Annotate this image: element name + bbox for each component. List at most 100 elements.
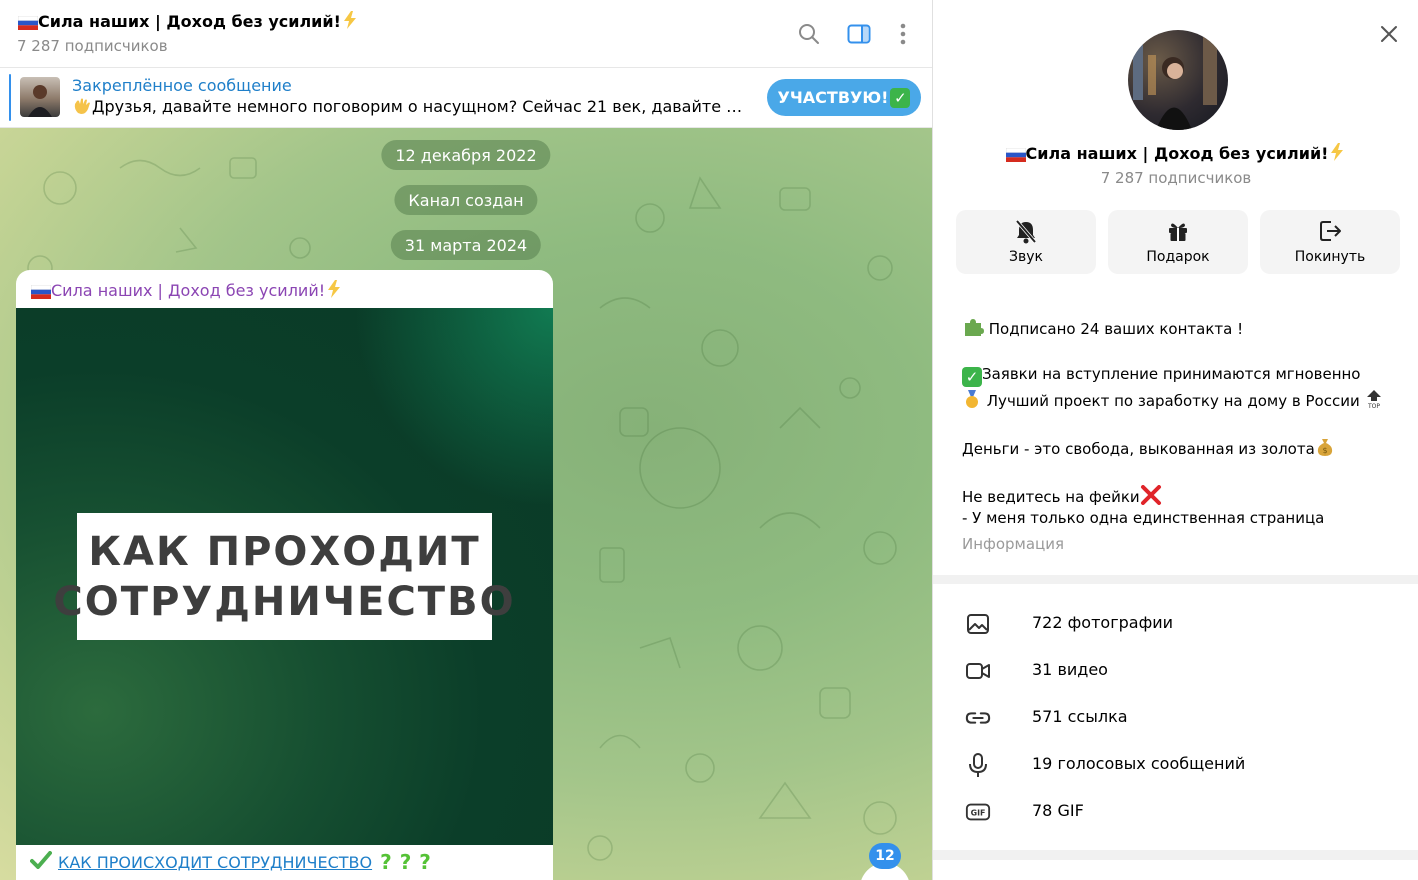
profile-header: Сила наших | Доход без усилий! 7 287 под…: [933, 0, 1418, 294]
gif-icon: GIF: [965, 803, 991, 821]
post-caption: КАК ПРОИСХОДИТ СОТРУДНИЧЕСТВО ? ? ?: [30, 850, 431, 874]
check-mark-icon: ✓: [962, 367, 982, 387]
red-cross-icon: [1140, 485, 1162, 509]
media-label: 571 ссылка: [1032, 707, 1128, 726]
question-mark-icon: ?: [399, 850, 412, 874]
date-separator: 31 марта 2024: [390, 230, 542, 260]
mute-label: Звук: [1009, 249, 1043, 265]
profile-name: Сила наших | Доход без усилий!: [933, 142, 1418, 166]
description-line-1: Подписано 24 ваших контакта !: [988, 320, 1244, 338]
russian-flag-icon: [30, 284, 52, 303]
svg-text:$: $: [1322, 446, 1327, 455]
chat-title[interactable]: Сила наших | Доход без усилий!: [17, 10, 359, 34]
join-button-label: УЧАСТВУЮ!: [777, 88, 889, 107]
gold-medal-icon: [962, 389, 982, 413]
chat-background: 12 декабря 2022 Канал создан 31 марта 20…: [0, 128, 932, 880]
description-line-4: Деньги - это свобода, выкованная из золо…: [962, 440, 1315, 458]
close-button[interactable]: [1373, 18, 1405, 50]
profile-subscribers: 7 287 подписчиков: [1100, 169, 1252, 187]
profile-footer: [933, 860, 1418, 880]
sidebar-icon: [847, 24, 871, 44]
lightning-icon: [325, 279, 343, 303]
svg-text:TOP: TOP: [1367, 403, 1380, 409]
chat-title-text: Сила наших | Доход без усилий!: [38, 12, 341, 31]
description-line: - У меня только одна единственная страни…: [962, 509, 1325, 527]
pinned-message-bar[interactable]: Закреплённое сообщение Друзья, давайте н…: [0, 68, 932, 128]
media-label: 19 голосовых сообщений: [1032, 754, 1246, 773]
info-label: Информация: [962, 535, 1065, 553]
video-icon: [966, 663, 990, 679]
chat-header[interactable]: Сила наших | Доход без усилий! 7 287 под…: [0, 0, 932, 68]
check-mark-icon: ✓: [890, 87, 911, 108]
media-row-voice[interactable]: 19 голосовых сообщений: [933, 740, 1418, 787]
gift-icon: [1169, 223, 1187, 241]
lightning-icon: [341, 10, 359, 34]
bell-off-icon: [1015, 219, 1037, 244]
profile-panel: Сила наших | Доход без усилий! 7 287 под…: [932, 0, 1418, 880]
lightning-icon: [1328, 142, 1346, 166]
profile-name-text: Сила наших | Доход без усилий!: [1025, 144, 1329, 163]
description-line: Лучший проект по заработку на дому в Рос…: [962, 389, 1384, 413]
media-row-photos[interactable]: 722 фотографии: [933, 599, 1418, 646]
pinned-text-content: Друзья, давайте немного поговорим о насу…: [92, 97, 752, 116]
russian-flag-icon: [17, 15, 39, 34]
gift-label: Подарок: [1146, 249, 1210, 265]
waving-hand-icon: [72, 97, 92, 119]
banner-line-2: СОТРУДНИЧЕСТВО: [53, 578, 516, 625]
telegram-window: Сила наших | Доход без усилий! 7 287 под…: [0, 0, 1418, 880]
leave-icon: [1320, 221, 1341, 241]
media-row-videos[interactable]: 31 видео: [933, 646, 1418, 693]
media-label: 722 фотографии: [1032, 613, 1174, 632]
channel-description: Подписано 24 ваших контакта ! ✓ Заявки на…: [933, 294, 1418, 575]
question-mark-icon: ?: [419, 850, 431, 874]
post-author-name: Сила наших | Доход без усилий!: [51, 281, 326, 300]
description-line-5: Не ведитесь на фейки: [962, 488, 1140, 506]
russian-flag-icon: [1005, 147, 1026, 166]
post-image-highlight: [353, 308, 553, 508]
shared-media-list: 722 фотографии 31 видео 571 ссылка 19 го…: [933, 584, 1418, 850]
service-message: Канал создан: [394, 185, 538, 215]
puzzle-icon: [962, 317, 984, 341]
join-button[interactable]: УЧАСТВУЮ! ✓: [767, 79, 921, 116]
check-mark-icon: [30, 851, 52, 873]
svg-text:GIF: GIF: [971, 809, 986, 818]
more-menu-button[interactable]: [887, 18, 919, 50]
microphone-icon: [969, 753, 987, 777]
post-author[interactable]: Сила наших | Доход без усилий!: [30, 279, 343, 303]
close-icon: [1381, 26, 1397, 42]
post-image[interactable]: КАК ПРОХОДИТ СОТРУДНИЧЕСТВО: [16, 308, 553, 845]
search-button[interactable]: [793, 18, 825, 50]
leave-label: Покинуть: [1294, 249, 1366, 265]
money-bag-icon: $: [1315, 437, 1335, 461]
description-line-3: Лучший проект по заработку на дому в Рос…: [986, 392, 1360, 410]
media-row-links[interactable]: 571 ссылка: [933, 693, 1418, 740]
channel-avatar[interactable]: [1128, 30, 1228, 130]
description-line: Подписано 24 ваших контакта !: [962, 317, 1243, 341]
post-link[interactable]: КАК ПРОИСХОДИТ СОТРУДНИЧЕСТВО: [58, 853, 372, 872]
leave-button[interactable]: Покинуть: [1260, 210, 1400, 274]
media-row-gifs[interactable]: GIF 78 GIF: [933, 787, 1418, 834]
date-separator: 12 декабря 2022: [381, 140, 551, 170]
banner-line-1: КАК ПРОХОДИТ: [88, 528, 481, 575]
pinned-thumbnail: [20, 77, 60, 117]
question-mark-icon: ?: [380, 850, 392, 874]
search-icon: [799, 24, 819, 44]
chat-subscribers: 7 287 подписчиков: [17, 37, 168, 55]
channel-post[interactable]: Сила наших | Доход без усилий! КАК ПРОХО…: [16, 270, 553, 880]
link-icon: [965, 712, 991, 724]
pinned-indicator: [9, 74, 11, 121]
more-vertical-icon: [900, 23, 906, 45]
description-line-2: Заявки на вступление принимаются мгновен…: [982, 365, 1361, 383]
media-label: 78 GIF: [1032, 801, 1084, 820]
gift-button[interactable]: Подарок: [1108, 210, 1248, 274]
top-arrow-icon: TOP: [1364, 389, 1384, 413]
media-label: 31 видео: [1032, 660, 1108, 679]
photo-icon: [967, 614, 989, 634]
description-line: ✓ Заявки на вступление принимаются мгнове…: [962, 365, 1360, 387]
description-line: Деньги - это свобода, выкованная из золо…: [962, 437, 1335, 461]
mute-button[interactable]: Звук: [956, 210, 1096, 274]
toggle-sidebar-button[interactable]: [843, 18, 875, 50]
pinned-text: Друзья, давайте немного поговорим о насу…: [72, 97, 752, 119]
unread-count-badge: 12: [869, 843, 901, 869]
description-line: Не ведитесь на фейки: [962, 485, 1162, 509]
